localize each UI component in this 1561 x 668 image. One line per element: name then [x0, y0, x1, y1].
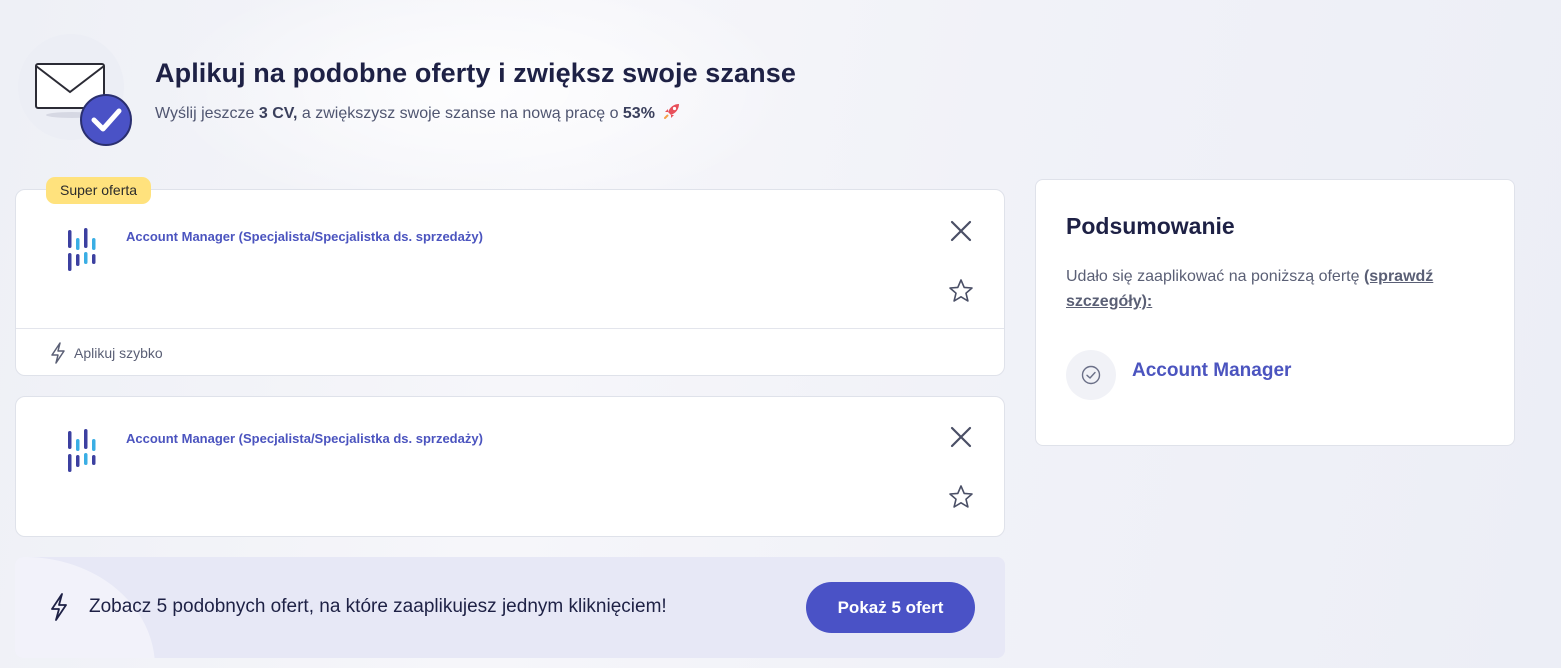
- super-offer-badge: Super oferta: [46, 177, 152, 204]
- offer-card[interactable]: Account Manager (Specjalista/Specjalistk…: [15, 189, 1005, 376]
- close-icon: [950, 426, 972, 448]
- subtitle-middle: a zwiększysz swoje szanse na nową pracę …: [297, 105, 623, 122]
- lightning-icon: [51, 593, 67, 621]
- close-icon: [950, 220, 972, 242]
- lightning-icon: [51, 342, 65, 364]
- envelope-check-icon: [18, 34, 132, 146]
- dismiss-offer-button[interactable]: [948, 218, 974, 244]
- summary-title: Podsumowanie: [1066, 213, 1235, 239]
- applied-offer-title[interactable]: Account Manager: [1132, 360, 1291, 382]
- applied-check-icon: [1066, 350, 1116, 400]
- dismiss-offer-button[interactable]: [948, 424, 974, 450]
- similar-offers-text: Zobacz 5 podobnych ofert, na które zaapl…: [89, 596, 667, 617]
- quick-apply-label: Aplikuj szybko: [74, 345, 163, 361]
- offer-title[interactable]: Account Manager (Specjalista/Specjalistk…: [126, 431, 483, 446]
- show-offers-button[interactable]: Pokaż 5 ofert: [806, 582, 975, 633]
- card-divider: [16, 328, 1004, 329]
- summary-description: Udało się zaaplikować na poniższą ofertę…: [1066, 264, 1496, 314]
- offer-title[interactable]: Account Manager (Specjalista/Specjalistk…: [126, 229, 483, 244]
- quick-apply-link[interactable]: Aplikuj szybko: [50, 342, 163, 364]
- subtitle-cv-count: 3 CV,: [258, 105, 298, 122]
- page-title: Aplikuj na podobne oferty i zwiększ swoj…: [155, 58, 796, 88]
- summary-description-text: Udało się zaaplikować na poniższą ofertę: [1066, 268, 1364, 285]
- offer-card[interactable]: Account Manager (Specjalista/Specjalistk…: [15, 396, 1005, 537]
- subtitle-percent: 53%: [622, 105, 655, 122]
- subtitle-prefix: Wyślij jeszcze: [155, 105, 259, 122]
- save-offer-button[interactable]: [948, 278, 974, 304]
- star-icon: [949, 279, 973, 302]
- page-subtitle: Wyślij jeszcze 3 CV, a zwiększysz swoje …: [155, 102, 681, 125]
- save-offer-button[interactable]: [948, 484, 974, 510]
- similar-offers-banner: Zobacz 5 podobnych ofert, na które zaapl…: [15, 557, 1005, 658]
- summary-panel: Podsumowanie Udało się zaaplikować na po…: [1035, 179, 1515, 446]
- company-logo: [66, 427, 106, 482]
- rocket-icon: [663, 102, 681, 125]
- company-logo: [66, 226, 106, 281]
- star-icon: [949, 485, 973, 508]
